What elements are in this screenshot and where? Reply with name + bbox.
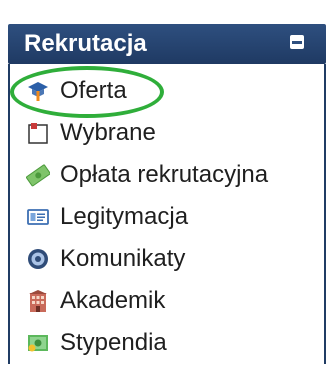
menu-item-komunikaty[interactable]: Komunikaty bbox=[10, 238, 268, 280]
recruitment-panel: Rekrutacja Oferta Wybrane Opłata rekruta… bbox=[0, 0, 335, 367]
money-icon bbox=[26, 163, 51, 187]
id-card-icon bbox=[26, 205, 50, 229]
banknote-icon bbox=[26, 331, 50, 355]
menu-item-stypendia[interactable]: Stypendia bbox=[10, 322, 268, 364]
menu-item-label: Oferta bbox=[60, 77, 127, 104]
menu-item-label: Komunikaty bbox=[60, 245, 186, 272]
menu-item-label: Opłata rekrutacyjna bbox=[60, 161, 269, 188]
notepad-icon bbox=[26, 121, 50, 145]
menu-item-legitymacja[interactable]: Legitymacja bbox=[10, 196, 268, 238]
graduation-cap-icon bbox=[26, 79, 50, 103]
menu-item-label: Stypendia bbox=[60, 329, 167, 356]
menu-item-oferta[interactable]: Oferta bbox=[10, 70, 268, 112]
recruitment-menu: Oferta Wybrane Opłata rekrutacyjna Legit… bbox=[10, 70, 268, 364]
panel-title: Rekrutacja bbox=[24, 30, 147, 57]
panel-header: Rekrutacja bbox=[8, 24, 326, 64]
menu-item-label: Akademik bbox=[60, 287, 166, 314]
menu-item-akademik[interactable]: Akademik bbox=[10, 280, 268, 322]
panel-body: Oferta Wybrane Opłata rekrutacyjna Legit… bbox=[8, 64, 326, 364]
message-icon bbox=[26, 247, 50, 271]
menu-item-oplata[interactable]: Opłata rekrutacyjna bbox=[10, 154, 268, 196]
menu-item-wybrane[interactable]: Wybrane bbox=[10, 112, 268, 154]
menu-item-label: Wybrane bbox=[60, 119, 156, 146]
building-icon bbox=[26, 289, 50, 313]
minus-square-icon[interactable] bbox=[290, 35, 304, 49]
menu-item-label: Legitymacja bbox=[60, 203, 189, 230]
